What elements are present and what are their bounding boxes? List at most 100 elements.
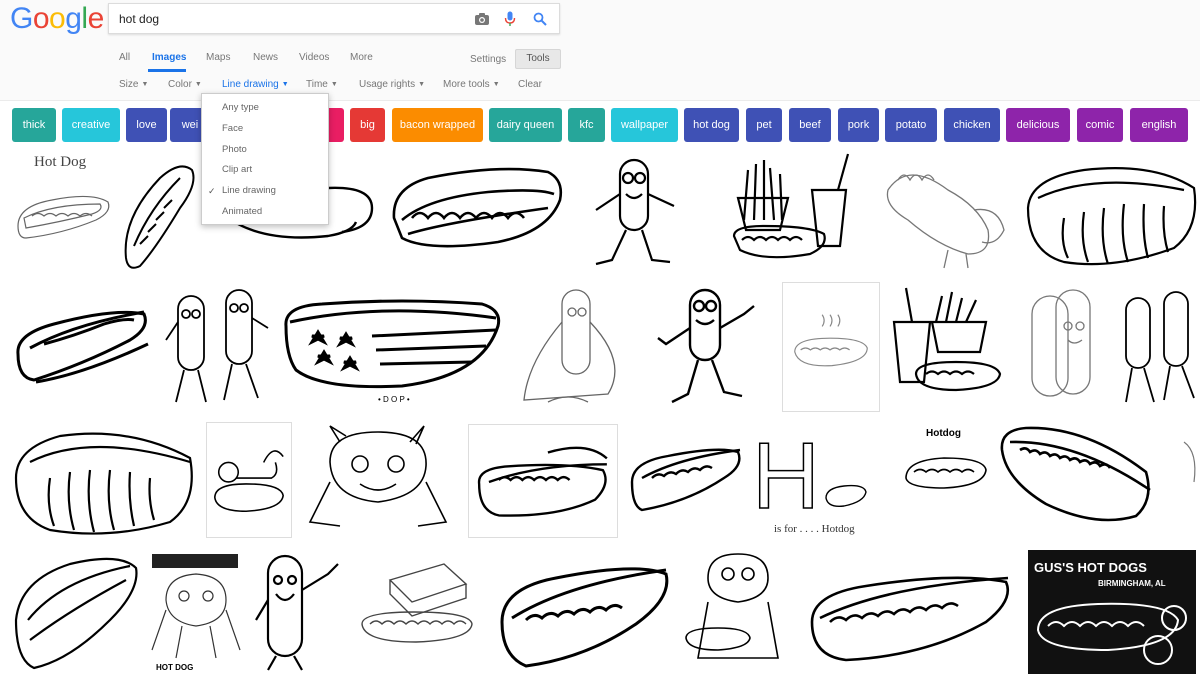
image-result[interactable] [1018, 286, 1114, 410]
image-result[interactable] [206, 422, 292, 538]
type-option[interactable]: Photo [202, 140, 328, 160]
related-search-chip[interactable]: english [1130, 108, 1188, 142]
camera-icon[interactable] [473, 10, 491, 28]
image-result[interactable]: HOT DOG [146, 550, 244, 674]
time-filter[interactable]: Time ▼ [306, 79, 338, 90]
caret-down-icon: ▼ [330, 81, 338, 88]
image-result[interactable]: Hot Dog [12, 148, 116, 272]
image-result[interactable] [806, 560, 1016, 670]
related-search-chip[interactable]: hot dog [684, 108, 739, 142]
hotdog-drawing [477, 446, 608, 517]
search-icon[interactable] [531, 10, 549, 28]
tab-images[interactable]: Images [152, 52, 186, 63]
more-tools-filter-label: More tools [443, 79, 490, 90]
hotdog-drawing [14, 432, 193, 535]
image-result[interactable] [1164, 422, 1200, 538]
related-search-chip[interactable]: chicken [944, 108, 1000, 142]
image-result[interactable] [678, 548, 796, 674]
tab-videos[interactable]: Videos [299, 52, 329, 63]
related-search-chip[interactable]: comic [1077, 108, 1123, 142]
image-result[interactable] [1024, 148, 1200, 272]
tools-button[interactable]: Tools [515, 49, 561, 69]
time-filter-label: Time [306, 79, 328, 90]
size-filter-label: Size [119, 79, 139, 90]
size-filter[interactable]: Size ▼ [119, 79, 148, 90]
image-result[interactable]: H is for . . . . Hotdog [752, 424, 868, 540]
dachshund-hotdog-drawing [886, 174, 1005, 269]
type-option-label: Face [222, 122, 244, 134]
image-result[interactable] [518, 282, 636, 410]
checkmark-icon: ✓ [208, 186, 216, 197]
image-result[interactable] [300, 422, 458, 540]
image-result[interactable] [652, 284, 760, 410]
gus-hotdogs-poster: GUS'S HOT DOGS BIRMINGHAM, AL [1034, 560, 1187, 665]
clear-filters-link[interactable]: Clear [518, 79, 542, 90]
image-result[interactable] [468, 424, 618, 538]
google-logo[interactable]: Google [10, 2, 104, 36]
type-filter[interactable]: Line drawing ▼ [222, 79, 289, 90]
image-result[interactable] [782, 282, 880, 412]
related-search-chip[interactable]: pork [838, 108, 879, 142]
image-result[interactable] [120, 158, 198, 276]
related-search-chip[interactable]: big [350, 108, 385, 142]
image-result[interactable]: • D O P • [282, 286, 504, 406]
search-input[interactable] [119, 10, 459, 28]
result-caption: H [752, 424, 820, 528]
caret-down-icon: ▼ [194, 81, 202, 88]
image-result[interactable] [354, 550, 482, 674]
type-option[interactable]: Clip art [202, 160, 328, 180]
related-search-chip[interactable]: delicious [1006, 108, 1070, 142]
color-filter[interactable]: Color ▼ [168, 79, 202, 90]
related-search-chip[interactable]: creative [62, 108, 120, 142]
hotdog-character-drawing [1031, 289, 1091, 397]
settings-link[interactable]: Settings [470, 54, 506, 65]
tab-more[interactable]: More [350, 52, 373, 63]
image-result[interactable] [878, 150, 1012, 272]
type-option[interactable]: Any type [202, 98, 328, 118]
image-result[interactable] [496, 548, 672, 674]
image-result[interactable] [388, 158, 566, 258]
related-search-chip[interactable]: pet [746, 108, 782, 142]
image-result[interactable] [1120, 282, 1200, 410]
related-search-chip[interactable]: bacon wrapped [392, 108, 483, 142]
related-search-chip[interactable]: potato [885, 108, 937, 142]
related-search-chip[interactable]: beef [789, 108, 831, 142]
image-result[interactable]: Hotdog [898, 424, 992, 504]
logo-letter: e [87, 2, 105, 35]
image-result[interactable] [248, 550, 344, 674]
image-result[interactable] [162, 282, 274, 410]
image-result[interactable] [582, 154, 704, 272]
hotdog-character-drawing [657, 288, 755, 404]
related-search-chip[interactable]: kfc [568, 108, 605, 142]
result-caption: Hotdog [926, 428, 961, 439]
more-tools-filter[interactable]: More tools ▼ [443, 79, 500, 90]
header-bar: Google All Images Maps News Videos More … [0, 0, 1200, 101]
tab-news[interactable]: News [253, 52, 278, 63]
image-result[interactable] [14, 294, 152, 394]
type-option[interactable]: Face [202, 119, 328, 139]
image-result[interactable] [10, 550, 142, 674]
image-result[interactable]: GUS'S HOT DOGS BIRMINGHAM, AL [1028, 550, 1196, 674]
related-search-chip[interactable]: love [126, 108, 167, 142]
type-option[interactable]: ✓ Line drawing [202, 181, 328, 201]
tab-maps[interactable]: Maps [206, 52, 230, 63]
related-search-chip[interactable]: wallpaper [611, 108, 678, 142]
image-result[interactable] [10, 422, 200, 540]
related-search-chip[interactable]: thick [12, 108, 56, 142]
cartoon-cat-hotdog-drawing [685, 553, 779, 659]
type-option[interactable]: Animated [202, 202, 328, 222]
related-search-chip[interactable]: dairy queen [489, 108, 562, 142]
image-result[interactable] [886, 282, 1008, 410]
usage-rights-filter[interactable]: Usage rights ▼ [359, 79, 425, 90]
image-result[interactable] [996, 420, 1156, 536]
microphone-icon[interactable] [501, 10, 519, 28]
image-result[interactable] [628, 432, 746, 518]
usage-rights-filter-label: Usage rights [359, 79, 416, 90]
tab-all[interactable]: All [119, 52, 130, 63]
hotdog-drawing [630, 448, 741, 512]
logo-letter: G [10, 2, 33, 35]
image-result[interactable] [724, 150, 860, 268]
search-box[interactable] [108, 3, 560, 34]
hotdog-character-drawing [255, 554, 339, 671]
dog-in-bun-drawing [214, 450, 284, 513]
